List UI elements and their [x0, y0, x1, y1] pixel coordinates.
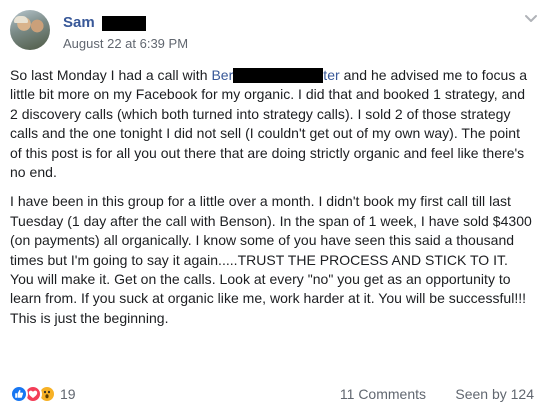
post-header: Sam August 22 at 6:39 PM — [10, 8, 537, 58]
redacted-surname — [101, 16, 146, 31]
author-name[interactable]: Sam — [63, 13, 95, 33]
seen-by-count[interactable]: Seen by 124 — [455, 386, 534, 402]
post-footer: 19 11 Comments Seen by 124 — [10, 384, 534, 404]
like-icon — [10, 385, 28, 403]
redacted-mention — [233, 68, 324, 83]
comments-count-link[interactable]: 11 Comments — [340, 386, 426, 402]
group-post: Sam August 22 at 6:39 PM So last Monday … — [0, 0, 544, 418]
paragraph-1-rest: and he advised me to focus a little bit … — [10, 67, 528, 181]
author-avatar[interactable] — [10, 10, 50, 50]
paragraph-1-intro: So last Monday I had a call with — [10, 67, 212, 83]
reaction-count: 19 — [60, 386, 76, 402]
author-row: Sam — [63, 13, 146, 33]
post-body: So last Monday I had a call with Ber ter … — [10, 66, 534, 328]
mention-start: Ber — [211, 67, 234, 83]
mention-link[interactable]: Ber ter — [211, 67, 340, 83]
mention-end: ter — [323, 67, 340, 83]
post-paragraph-2: I have been in this group for a little o… — [10, 193, 532, 326]
post-timestamp[interactable]: August 22 at 6:39 PM — [63, 36, 188, 52]
chevron-down-icon[interactable] — [524, 14, 538, 24]
reactions-summary[interactable]: 19 — [10, 384, 76, 404]
post-paragraph-1: So last Monday I had a call with Ber ter … — [10, 66, 534, 182]
